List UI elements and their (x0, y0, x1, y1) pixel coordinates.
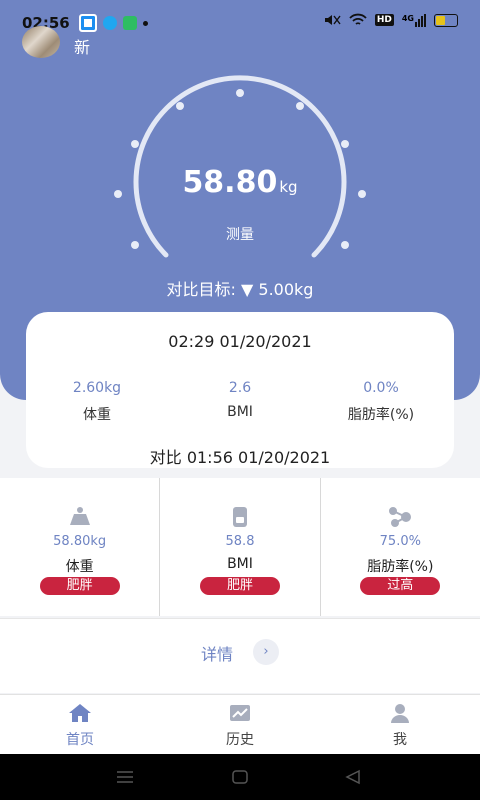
menu-icon[interactable] (116, 770, 134, 784)
bmi-icon (232, 507, 247, 527)
stat-weight: 2.60kg 体重 (27, 380, 167, 424)
stat-value: 2.60kg (72, 380, 122, 396)
metric-value: 58.8 (225, 534, 255, 549)
stat-bmi: 2.6 BMI (170, 380, 310, 420)
metric-fat[interactable]: 75.0% 脂肪率(%) 过高 (321, 478, 480, 616)
status-badge: 肥胖 (39, 577, 120, 595)
home-icon (69, 704, 91, 722)
network-type: 4G (401, 13, 414, 23)
molecule-icon (389, 507, 412, 527)
tab-label: 首页 (66, 732, 94, 748)
measure-button[interactable]: 测量 (0, 224, 480, 244)
user-icon (391, 704, 409, 723)
system-nav-bar (0, 754, 480, 800)
stat-value: 2.6 (228, 380, 252, 396)
metric-label: BMI (227, 556, 253, 572)
status-badge: 肥胖 (199, 577, 280, 595)
details-row[interactable]: 详情 › (0, 618, 480, 693)
chevron-right-icon[interactable]: › (253, 639, 279, 665)
weight-value: 58.80 kg (0, 165, 480, 200)
tab-me[interactable]: 我 (360, 703, 440, 749)
metric-label: 体重 (65, 559, 94, 575)
comparison-card: 02:29 01/20/2021 2.60kg 体重 2.6 BMI 0.0% … (26, 312, 454, 468)
app-notification-icon (123, 16, 137, 30)
target-comparison: 对比目标: ▼ 5.00kg (166, 280, 314, 299)
tab-label: 历史 (226, 732, 254, 748)
metric-label: 脂肪率(%) (367, 559, 434, 575)
bottom-tab-bar: 首页 历史 我 (0, 694, 480, 755)
status-bar: 02:56 HD 4G (0, 0, 480, 42)
stat-label: 脂肪率(%) (347, 407, 415, 423)
tab-history[interactable]: 历史 (200, 703, 280, 749)
weight-number: 58.80 (182, 165, 278, 200)
app-notification-icon (79, 14, 97, 32)
tab-label: 我 (393, 732, 407, 748)
battery-icon (434, 13, 458, 27)
notification-icons (79, 14, 148, 32)
hd-icon: HD (374, 14, 394, 26)
signal-icon: 4G (401, 13, 426, 27)
mute-icon (324, 15, 341, 25)
measurement-datetime: 02:29 01/20/2021 (168, 332, 312, 351)
app-notification-icon (103, 16, 117, 30)
weight-icon (69, 507, 90, 525)
stat-label: 体重 (83, 407, 111, 423)
stat-value: 0.0% (363, 380, 399, 396)
metrics-panel: 58.80kg 体重 肥胖 58.8 BMI 肥胖 75.0% 脂肪率(%) 过… (0, 478, 480, 616)
status-badge: 过高 (360, 577, 441, 595)
details-label[interactable]: 详情 (201, 641, 233, 665)
home-nav-icon[interactable] (231, 769, 249, 785)
compare-datetime[interactable]: 对比 01:56 01/20/2021 (26, 444, 454, 468)
tab-home[interactable]: 首页 (40, 703, 120, 749)
wifi-icon (349, 13, 367, 25)
dot-icon (143, 20, 148, 26)
new-user-label[interactable]: 新 (74, 34, 90, 58)
weight-unit: kg (279, 178, 298, 196)
system-icons: HD 4G (323, 13, 458, 27)
chart-icon (230, 705, 250, 721)
metric-value: 58.80kg (53, 534, 107, 549)
avatar[interactable] (22, 26, 60, 58)
metric-value: 75.0% (379, 534, 421, 549)
back-icon[interactable] (344, 769, 362, 785)
stat-fat: 0.0% 脂肪率(%) (311, 380, 451, 424)
metric-weight[interactable]: 58.80kg 体重 肥胖 (0, 478, 161, 616)
metric-bmi[interactable]: 58.8 BMI 肥胖 (160, 478, 321, 616)
stat-label: BMI (227, 404, 253, 420)
